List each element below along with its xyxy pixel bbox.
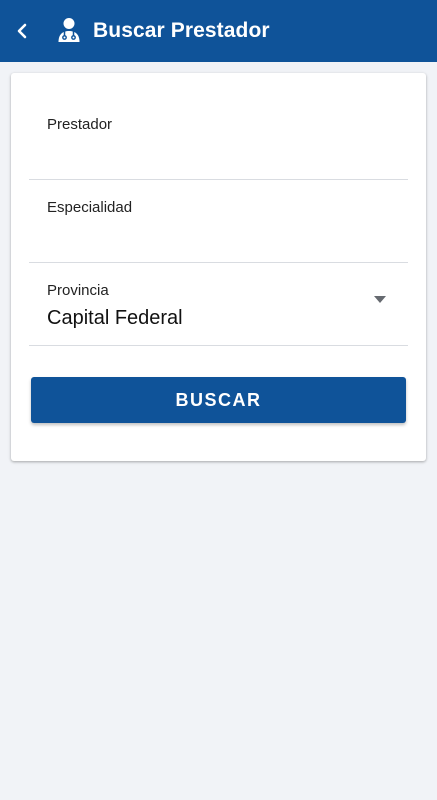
especialidad-field[interactable]: Especialidad [29, 180, 408, 263]
doctor-icon [58, 18, 80, 42]
prestador-label: Prestador [47, 116, 113, 133]
search-form-card: Prestador Especialidad Provincia Capital… [11, 73, 426, 461]
prestador-field[interactable]: Prestador [29, 73, 408, 180]
provincia-select[interactable]: Provincia Capital Federal [29, 263, 408, 346]
provincia-value: Capital Federal [47, 307, 183, 329]
buscar-button[interactable]: BUSCAR [31, 377, 406, 423]
app-bar: Buscar Prestador [0, 0, 437, 62]
provincia-label: Provincia [47, 282, 109, 299]
page-title: Buscar Prestador [93, 19, 270, 42]
especialidad-label: Especialidad [47, 199, 133, 216]
back-button[interactable] [10, 17, 34, 45]
chevron-left-icon [17, 23, 27, 39]
dropdown-arrow-icon [374, 296, 386, 303]
